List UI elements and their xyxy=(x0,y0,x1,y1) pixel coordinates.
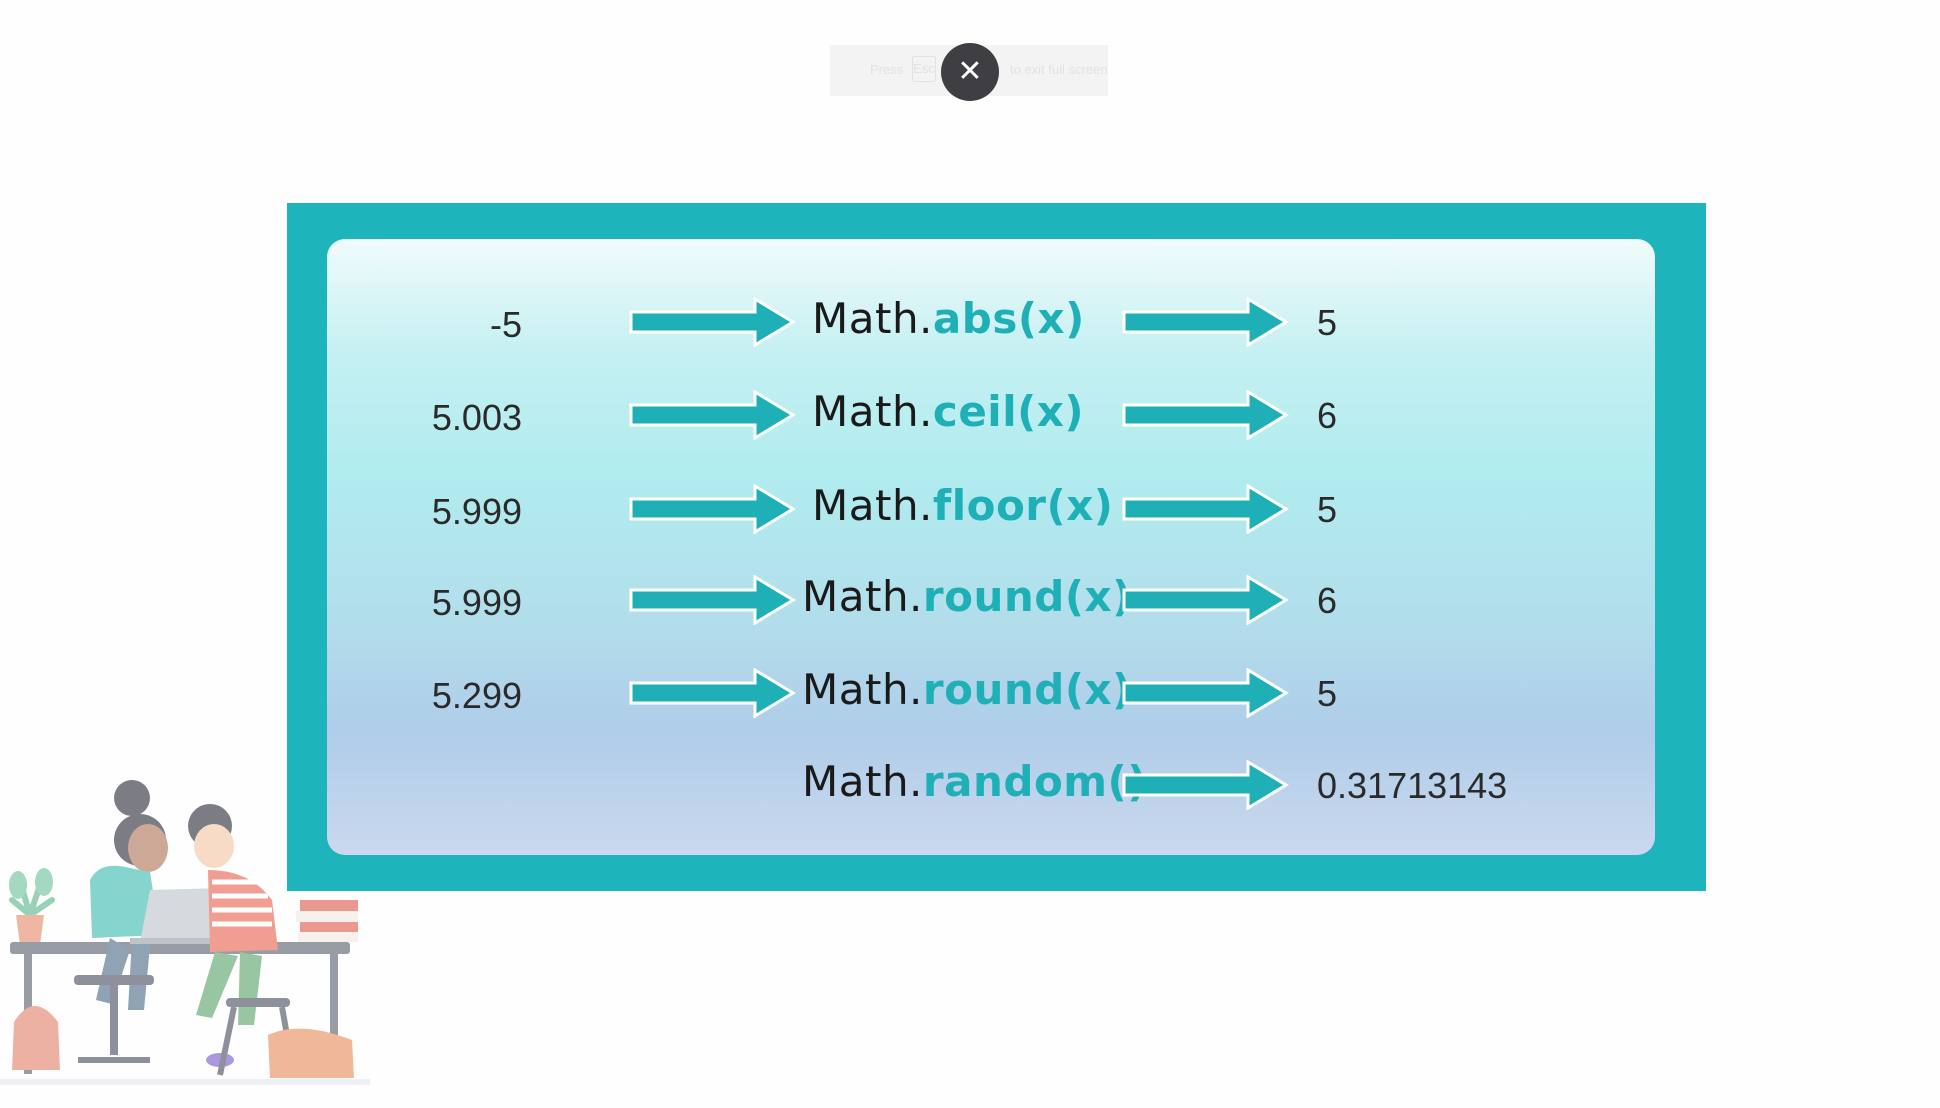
esc-key-hint: Esc xyxy=(912,56,936,82)
output-value: 6 xyxy=(1317,395,1338,436)
math-object: Math. xyxy=(802,757,923,806)
math-row-ceil: 5.003 Math.ceil(x) 6 xyxy=(327,387,1655,447)
output-value: 5 xyxy=(1317,489,1338,530)
fullscreen-notice-text-end: to exit full screen xyxy=(1010,62,1108,77)
arrow-right-icon xyxy=(1122,297,1289,347)
output-value: 5 xyxy=(1317,673,1338,714)
math-object: Math. xyxy=(812,387,933,436)
math-object: Math. xyxy=(802,665,923,714)
arrow-right-icon xyxy=(629,390,796,440)
output-value: 0.31713143 xyxy=(1317,765,1508,806)
input-value: 5.999 xyxy=(431,582,522,623)
math-method: floor(x) xyxy=(932,481,1114,530)
arrow-right-icon xyxy=(1122,760,1289,810)
arrow-right-icon xyxy=(1122,484,1289,534)
exit-fullscreen-button[interactable]: ✕ xyxy=(941,43,999,101)
math-row-abs: -5 Math.abs(x) 5 xyxy=(327,294,1655,354)
arrow-right-icon xyxy=(1122,575,1289,625)
arrow-right-icon xyxy=(1122,668,1289,718)
input-value: 5.999 xyxy=(431,491,522,532)
close-icon: ✕ xyxy=(957,54,983,89)
math-row-floor: 5.999 Math.floor(x) 5 xyxy=(327,481,1655,541)
output-value: 6 xyxy=(1317,580,1338,621)
math-method: round(x) xyxy=(922,665,1132,714)
input-value: 5.003 xyxy=(431,397,522,438)
math-object: Math. xyxy=(812,481,933,530)
math-object: Math. xyxy=(802,572,923,621)
math-method: random() xyxy=(922,757,1147,806)
slide-content: -5 Math.abs(x) 5 5.003 Math.ceil(x) 6 5.… xyxy=(327,239,1655,855)
students-illustration xyxy=(0,780,370,1085)
arrow-right-icon xyxy=(629,668,796,718)
fullscreen-notice-text: Press xyxy=(870,62,904,77)
math-row-random: Math.random() 0.31713143 xyxy=(327,757,1655,817)
math-method: round(x) xyxy=(922,572,1132,621)
function-call: Math.random() xyxy=(802,757,1147,806)
slide-frame: -5 Math.abs(x) 5 5.003 Math.ceil(x) 6 5.… xyxy=(287,203,1706,891)
function-call: Math.floor(x) xyxy=(812,481,1114,530)
function-call: Math.round(x) xyxy=(802,572,1132,621)
math-row-round-down: 5.299 Math.round(x) 5 xyxy=(327,665,1655,725)
arrow-right-icon xyxy=(1122,390,1289,440)
arrow-right-icon xyxy=(629,484,796,534)
presentation-screen: Press Esc to exit full screen ✕ -5 Math.… xyxy=(0,0,1940,1108)
math-row-round-up: 5.999 Math.round(x) 6 xyxy=(327,572,1655,632)
function-call: Math.ceil(x) xyxy=(812,387,1084,436)
function-call: Math.abs(x) xyxy=(812,294,1085,343)
math-object: Math. xyxy=(812,294,933,343)
math-method: abs(x) xyxy=(932,294,1085,343)
input-value: -5 xyxy=(489,304,522,345)
function-call: Math.round(x) xyxy=(802,665,1132,714)
arrow-right-icon xyxy=(629,297,796,347)
math-method: ceil(x) xyxy=(932,387,1085,436)
input-value: 5.299 xyxy=(431,675,522,716)
output-value: 5 xyxy=(1317,302,1338,343)
arrow-right-icon xyxy=(629,575,796,625)
